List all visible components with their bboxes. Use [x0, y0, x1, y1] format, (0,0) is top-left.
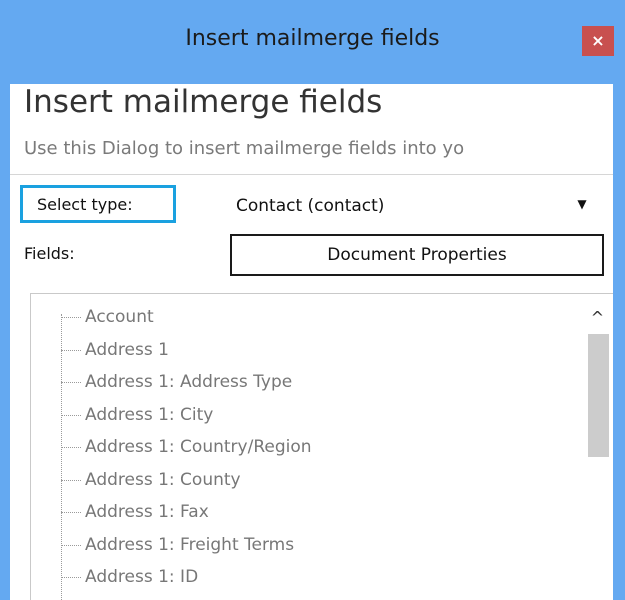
- dropdown-arrow-icon[interactable]: ▼: [570, 192, 594, 216]
- tree-item[interactable]: Account: [31, 302, 312, 335]
- tree-item[interactable]: Address 1: Country/Region: [31, 432, 312, 465]
- tree-item-label: Address 1: City: [85, 404, 214, 425]
- title-bar[interactable]: Insert mailmerge fields ×: [0, 0, 625, 84]
- tree-item[interactable]: Address 1: Latitude: [31, 595, 312, 600]
- tree-item[interactable]: Address 1: City: [31, 400, 312, 433]
- tree-connector: [61, 317, 81, 318]
- tree-item[interactable]: Address 1: [31, 335, 312, 368]
- tree-item-label: Address 1: Fax: [85, 502, 209, 522]
- dialog-description: Use this Dialog to insert mailmerge fiel…: [24, 138, 465, 159]
- fields-tree[interactable]: Account Address 1 Address 1: Address Type A…: [30, 293, 613, 600]
- tree-item-label: Address 1: ID: [85, 567, 199, 587]
- window-title: Insert mailmerge fields: [185, 26, 440, 51]
- tree-item[interactable]: Address 1: Fax: [31, 497, 312, 530]
- tree-connector: [61, 382, 81, 383]
- scroll-thumb[interactable]: [588, 334, 609, 457]
- tree-item-label: Address 1: Address Type: [85, 372, 293, 392]
- tree-item[interactable]: Address 1: Address Type: [31, 367, 312, 400]
- fields-label: Fields:: [24, 244, 75, 263]
- type-select-value[interactable]: Contact (contact): [236, 196, 384, 216]
- tree-connector: [61, 479, 81, 481]
- tree-item[interactable]: Address 1: County: [31, 465, 312, 498]
- tree-connector: [61, 577, 81, 578]
- tree-item[interactable]: Address 1: ID: [31, 562, 312, 595]
- dialog-content: Insert mailmerge fields Use this Dialog …: [10, 84, 613, 600]
- dialog-window: Insert mailmerge fields × Insert mailmer…: [0, 0, 625, 600]
- vertical-scrollbar[interactable]: ^: [581, 294, 613, 600]
- tree-item-label: Address 1: Freight Terms: [85, 534, 295, 555]
- dialog-heading: Insert mailmerge fields: [24, 84, 383, 120]
- tree-connector: [61, 414, 81, 416]
- tree-item[interactable]: Address 1: Freight Terms: [31, 530, 312, 563]
- tree-item-label: Address 1: [85, 339, 169, 360]
- tree-items: Account Address 1 Address 1: Address Type A…: [31, 302, 312, 600]
- tree-connector: [61, 447, 81, 448]
- scroll-up-icon[interactable]: ^: [581, 308, 613, 328]
- document-properties-button[interactable]: Document Properties: [230, 234, 604, 276]
- close-button[interactable]: ×: [582, 26, 614, 56]
- tree-item-label: Address 1: Country/Region: [85, 437, 312, 457]
- select-type-highlight: Select type:: [20, 185, 176, 223]
- tree-connector: [61, 512, 81, 513]
- header-divider: [10, 174, 613, 175]
- tree-connector: [61, 544, 81, 546]
- tree-connector: [61, 349, 81, 351]
- tree-item-label: Address 1: County: [85, 469, 241, 490]
- tree-item-label: Account: [85, 307, 154, 327]
- select-type-label: Select type:: [37, 195, 133, 214]
